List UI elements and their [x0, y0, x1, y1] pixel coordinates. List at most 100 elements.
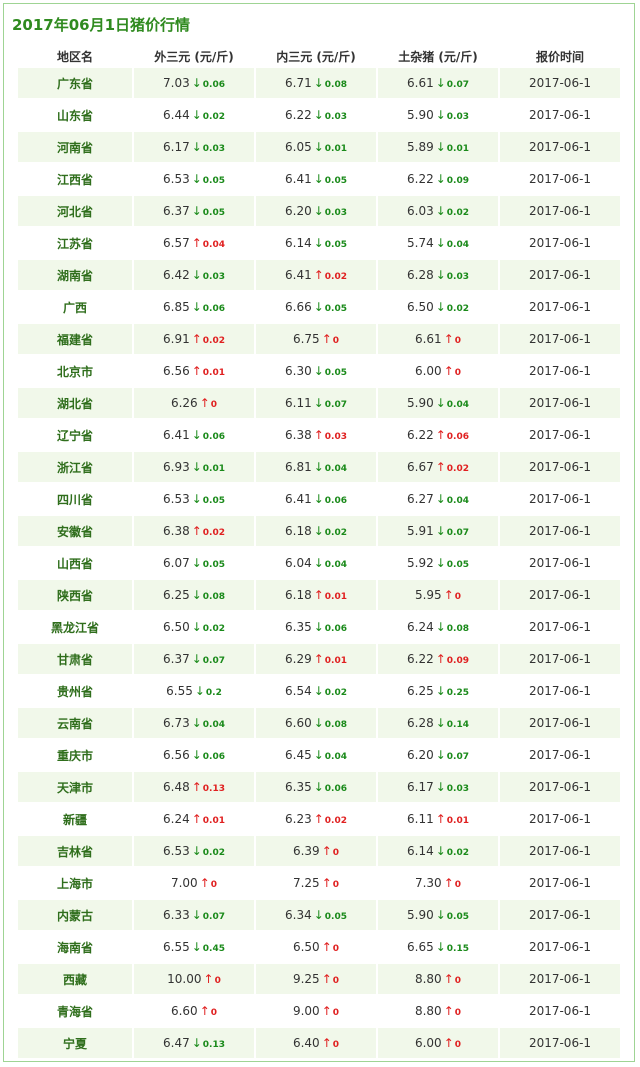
table-row: 天津市 6.48 ↑0.13 6.35 ↓0.06 6.17 ↓0.03 2017-06-1	[18, 772, 620, 802]
table-row: 辽宁省 6.41 ↓0.06 6.38 ↑0.03 6.22 ↑0.06 2017-06-1	[18, 420, 620, 450]
arrow-up-icon: ↑	[199, 1004, 210, 1018]
price-change: 0.04	[324, 464, 347, 474]
price-value: 6.61	[407, 76, 434, 90]
arrow-down-icon: ↓	[313, 204, 324, 218]
region-cell: 河北省	[18, 196, 132, 226]
price-value: 6.61	[414, 332, 442, 346]
price-cell: 6.50 ↑0	[256, 932, 376, 962]
price-change: 0	[332, 848, 340, 858]
price-change: 0.04	[446, 496, 469, 506]
arrow-up-icon: ↑	[191, 236, 202, 250]
price-value: 6.11	[407, 812, 434, 826]
arrow-down-icon: ↓	[435, 76, 446, 90]
price-change: 0.01	[202, 368, 225, 378]
table-row: 江西省 6.53 ↓0.05 6.41 ↓0.05 6.22 ↓0.09 2017-06-1	[18, 164, 620, 194]
price-change: 0	[454, 1040, 462, 1050]
region-cell: 福建省	[18, 324, 132, 354]
price-value: 6.73	[163, 716, 190, 730]
price-change: 0.08	[324, 80, 347, 90]
price-change: 0	[332, 1040, 340, 1050]
arrow-down-icon: ↓	[313, 524, 324, 538]
arrow-down-icon: ↓	[191, 140, 202, 154]
arrow-down-icon: ↓	[191, 1036, 202, 1050]
date-cell: 2017-06-1	[500, 452, 620, 482]
price-value: 6.38	[285, 428, 312, 442]
date-cell: 2017-06-1	[500, 868, 620, 898]
price-cell: 6.75 ↑0	[256, 324, 376, 354]
price-cell: 6.26 ↑0	[134, 388, 254, 418]
arrow-down-icon: ↓	[191, 268, 202, 282]
price-change: 0	[332, 880, 340, 890]
table-row: 福建省 6.91 ↑0.02 6.75 ↑0 6.61 ↑0 2017-06-1	[18, 324, 620, 354]
arrow-down-icon: ↓	[191, 652, 202, 666]
price-change: 0.04	[324, 752, 347, 762]
region-cell: 新疆	[18, 804, 132, 834]
price-cell: 6.25 ↓0.25	[378, 676, 498, 706]
table-row: 贵州省 6.55 ↓0.2 6.54 ↓0.02 6.25 ↓0.25 2017-06-1	[18, 676, 620, 706]
arrow-down-icon: ↓	[313, 716, 324, 730]
price-cell: 6.14 ↓0.05	[256, 228, 376, 258]
price-change: 0.07	[324, 400, 347, 410]
arrow-up-icon: ↑	[199, 396, 210, 410]
price-change: 0.03	[202, 272, 225, 282]
price-cell: 6.41 ↓0.06	[134, 420, 254, 450]
arrow-up-icon: ↑	[191, 332, 202, 346]
price-cell: 6.22 ↑0.06	[378, 420, 498, 450]
price-cell: 6.50 ↓0.02	[134, 612, 254, 642]
price-cell: 6.22 ↓0.03	[256, 100, 376, 130]
price-change: 0	[454, 880, 462, 890]
region-cell: 湖北省	[18, 388, 132, 418]
price-value: 6.75	[292, 332, 320, 346]
price-value: 6.50	[292, 940, 320, 954]
arrow-down-icon: ↓	[313, 780, 324, 794]
price-change: 0.45	[202, 944, 225, 954]
price-cell: 6.11 ↓0.07	[256, 388, 376, 418]
arrow-down-icon: ↓	[435, 748, 446, 762]
price-cell: 6.29 ↑0.01	[256, 644, 376, 674]
price-value: 7.25	[292, 876, 320, 890]
arrow-down-icon: ↓	[435, 940, 446, 954]
date-cell: 2017-06-1	[500, 484, 620, 514]
table-row: 北京市 6.56 ↑0.01 6.30 ↓0.05 6.00 ↑0 2017-06-1	[18, 356, 620, 386]
price-change: 0	[214, 976, 221, 986]
arrow-down-icon: ↓	[191, 492, 202, 506]
date-cell: 2017-06-1	[500, 100, 620, 130]
price-change: 0	[210, 880, 218, 890]
arrow-down-icon: ↓	[435, 396, 446, 410]
table-row: 江苏省 6.57 ↑0.04 6.14 ↓0.05 5.74 ↓0.04 2017-06-1	[18, 228, 620, 258]
price-change: 0.04	[446, 400, 469, 410]
price-change: 0.01	[202, 816, 225, 826]
arrow-up-icon: ↑	[443, 332, 454, 346]
price-cell: 6.85 ↓0.06	[134, 292, 254, 322]
price-value: 5.95	[414, 588, 442, 602]
arrow-up-icon: ↑	[191, 364, 202, 378]
price-cell: 6.35 ↓0.06	[256, 612, 376, 642]
arrow-up-icon: ↑	[313, 428, 324, 442]
price-cell: 6.71 ↓0.08	[256, 68, 376, 98]
price-change: 0.01	[446, 144, 469, 154]
region-cell: 江西省	[18, 164, 132, 194]
date-cell: 2017-06-1	[500, 324, 620, 354]
price-change: 0	[454, 1008, 462, 1018]
price-cell: 5.90 ↓0.04	[378, 388, 498, 418]
price-cell: 7.00 ↑0	[134, 868, 254, 898]
price-value: 5.89	[407, 140, 434, 154]
price-value: 6.55	[163, 940, 190, 954]
price-change: 0.02	[446, 464, 469, 474]
price-cell: 6.00 ↑0	[378, 1028, 498, 1058]
price-cell: 6.50 ↓0.02	[378, 292, 498, 322]
price-value: 6.27	[407, 492, 434, 506]
price-cell: 6.42 ↓0.03	[134, 260, 254, 290]
price-value: 6.35	[285, 780, 312, 794]
price-change: 0.08	[324, 720, 347, 730]
region-cell: 贵州省	[18, 676, 132, 706]
price-table: 地区名 外三元 (元/斤) 内三元 (元/斤) 土杂猪 (元/斤) 报价时间 广…	[16, 44, 622, 1060]
price-cell: 6.60 ↑0	[134, 996, 254, 1026]
region-cell: 上海市	[18, 868, 132, 898]
price-cell: 6.20 ↓0.07	[378, 740, 498, 770]
region-cell: 山东省	[18, 100, 132, 130]
price-value: 5.92	[407, 556, 434, 570]
date-cell: 2017-06-1	[500, 68, 620, 98]
price-value: 7.30	[414, 876, 442, 890]
header-inner-three: 内三元 (元/斤)	[256, 46, 376, 66]
